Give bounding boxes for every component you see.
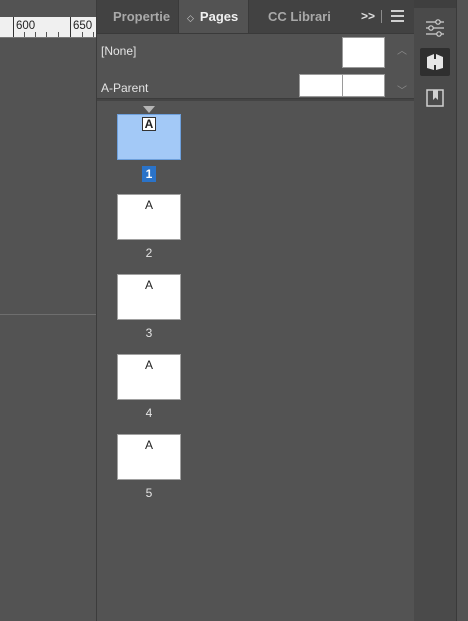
page-number: 1: [117, 166, 181, 182]
page-thumbnail[interactable]: A: [117, 194, 181, 240]
tab-separator: [381, 10, 382, 23]
parent-label: A-Parent: [101, 81, 149, 95]
page-number: 2: [145, 246, 153, 260]
page-prefix: A: [141, 117, 157, 131]
pages-icon[interactable]: [420, 48, 450, 76]
parent-thumbnail[interactable]: [342, 37, 385, 68]
page-thumbnail[interactable]: A: [117, 434, 181, 480]
ruler-label-650: 650: [73, 20, 93, 32]
tab-pages[interactable]: ◇ Pages: [178, 0, 249, 33]
reorder-arrows-icon: ◇: [187, 13, 194, 23]
scroll-down-icon[interactable]: ﹀: [397, 82, 409, 97]
tab-pages-label: Pages: [199, 9, 239, 24]
page-item-2[interactable]: A 2: [117, 182, 181, 260]
page-number: 5: [145, 486, 153, 500]
panel-icon-strip: [414, 0, 468, 621]
scroll-up-icon[interactable]: ︿: [397, 42, 409, 57]
page-item-4[interactable]: A 4: [117, 342, 181, 420]
page-thumbnail[interactable]: A: [117, 274, 181, 320]
page-edge: [0, 314, 96, 315]
properties-sliders-icon[interactable]: [420, 14, 450, 42]
parent-left-page-thumbnail[interactable]: [299, 74, 343, 97]
document-pages-list: A 1 A 2 A 3 A 4 A 5: [97, 100, 414, 620]
page-prefix: A: [144, 198, 153, 212]
page-number: 3: [145, 326, 153, 340]
page-item-3[interactable]: A 3: [117, 262, 181, 340]
page-item-5[interactable]: A 5: [117, 422, 181, 500]
parent-pages-section: [None] A-Parent: [97, 34, 414, 98]
page-prefix: A: [144, 438, 153, 452]
ruler-label-600: 600: [16, 20, 36, 32]
spread-start-marker-icon: [143, 106, 155, 113]
document-area: 600 650: [0, 0, 96, 621]
tab-properties[interactable]: Propertie: [97, 0, 177, 33]
page-thumbnail[interactable]: A: [117, 114, 181, 160]
parent-item-none[interactable]: [None]: [97, 34, 392, 68]
parent-right-page-thumbnail[interactable]: [342, 74, 385, 97]
page-thumbnail[interactable]: A: [117, 354, 181, 400]
page-item-1[interactable]: A 1: [117, 102, 181, 182]
panel-tab-bar: Propertie ◇ Pages CC Librari >>: [97, 0, 414, 34]
page-prefix: A: [144, 278, 153, 292]
page-number: 4: [145, 406, 153, 420]
panel-menu-icon[interactable]: [391, 10, 404, 23]
page-prefix: A: [144, 358, 153, 372]
tabs-overflow-button[interactable]: >>: [359, 0, 377, 33]
tab-cc-libraries[interactable]: CC Librari: [250, 0, 353, 33]
parent-label: [None]: [101, 44, 137, 58]
cc-libraries-icon[interactable]: [420, 84, 450, 112]
horizontal-ruler[interactable]: 600 650: [0, 17, 96, 38]
pages-panel: Propertie ◇ Pages CC Librari >> [None] A-…: [96, 0, 415, 621]
